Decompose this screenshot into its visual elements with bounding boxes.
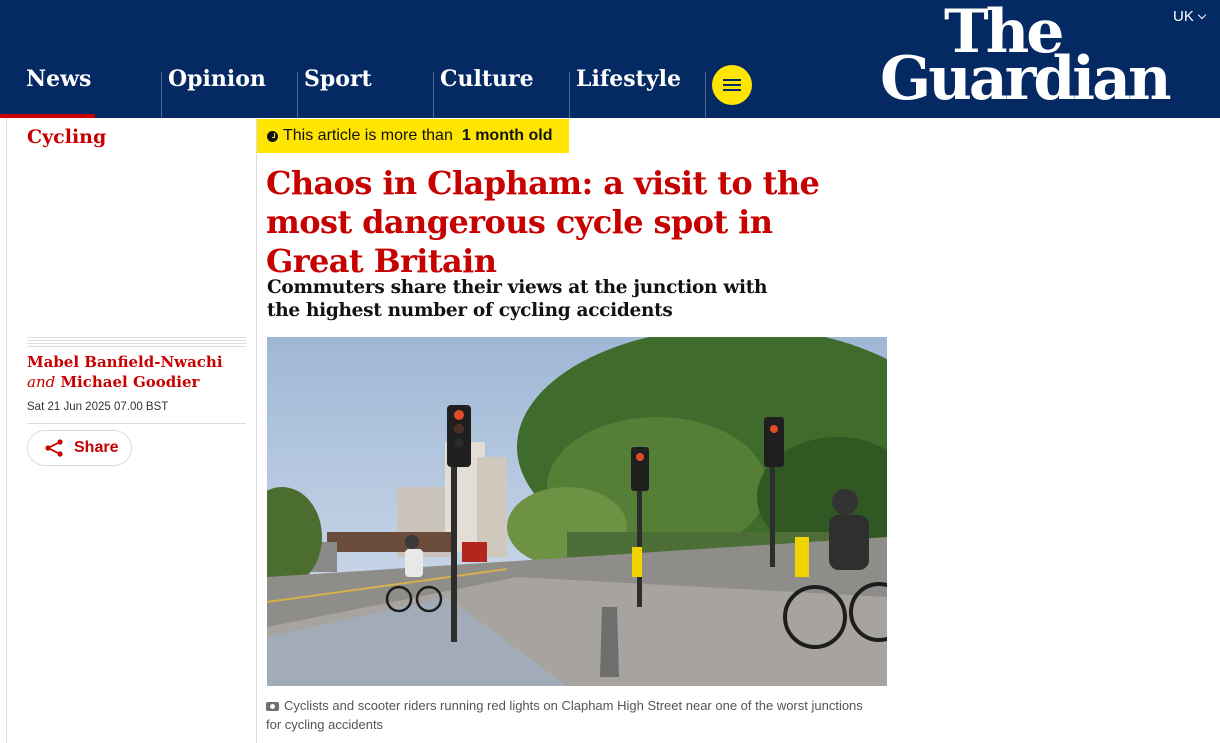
column-rule — [256, 118, 257, 743]
publish-date: Sat 21 Jun 2025 07.00 BST — [27, 401, 169, 413]
main-image[interactable] — [267, 337, 887, 686]
author-link[interactable]: Mabel Banfield-Nwachi — [27, 353, 223, 371]
share-label: Share — [74, 439, 119, 456]
nav-item-culture[interactable]: Culture — [440, 62, 534, 118]
column-rule — [6, 118, 7, 743]
article-age-badge: This article is more than 1 month old — [257, 119, 569, 153]
clock-icon — [267, 130, 278, 142]
nav-item-lifestyle[interactable]: Lifestyle — [576, 62, 681, 118]
age-value: 1 month old — [461, 127, 553, 144]
nav-divider — [161, 72, 162, 118]
image-caption: Cyclists and scooter riders running red … — [266, 696, 866, 734]
divider — [27, 423, 246, 424]
age-prefix: This article is more than — [283, 127, 453, 144]
author-link[interactable]: Michael Goodier — [60, 373, 199, 391]
author-joiner: and — [27, 373, 56, 391]
byline: Mabel Banfield-Nwachi and Michael Goodie… — [27, 352, 246, 392]
section-label[interactable]: Cycling — [27, 126, 106, 148]
logo-line-2: Guardian — [880, 44, 1172, 114]
standfirst: Commuters share their views at the junct… — [267, 277, 768, 321]
nav-divider — [297, 72, 298, 118]
nav-item-news[interactable]: News — [0, 62, 96, 118]
decorative-stripes — [27, 337, 246, 349]
share-button[interactable]: Share — [27, 430, 132, 466]
headline: Chaos in Clapham: a visit to the most da… — [266, 164, 820, 280]
camera-icon — [266, 702, 279, 711]
nav-divider — [569, 72, 570, 118]
caption-text: Cyclists and scooter riders running red … — [266, 698, 863, 732]
hamburger-menu-icon[interactable] — [712, 65, 752, 105]
nav-item-sport[interactable]: Sport — [304, 62, 372, 118]
guardian-logo[interactable]: The Guardian — [880, 0, 1210, 114]
nav-divider — [433, 72, 434, 118]
site-header: UK The Guardian News Opinion Sport Cultu… — [0, 0, 1220, 118]
share-icon — [45, 439, 63, 457]
nav-item-opinion[interactable]: Opinion — [168, 62, 266, 118]
nav-divider — [705, 72, 706, 118]
main-image-illustration — [267, 337, 887, 686]
